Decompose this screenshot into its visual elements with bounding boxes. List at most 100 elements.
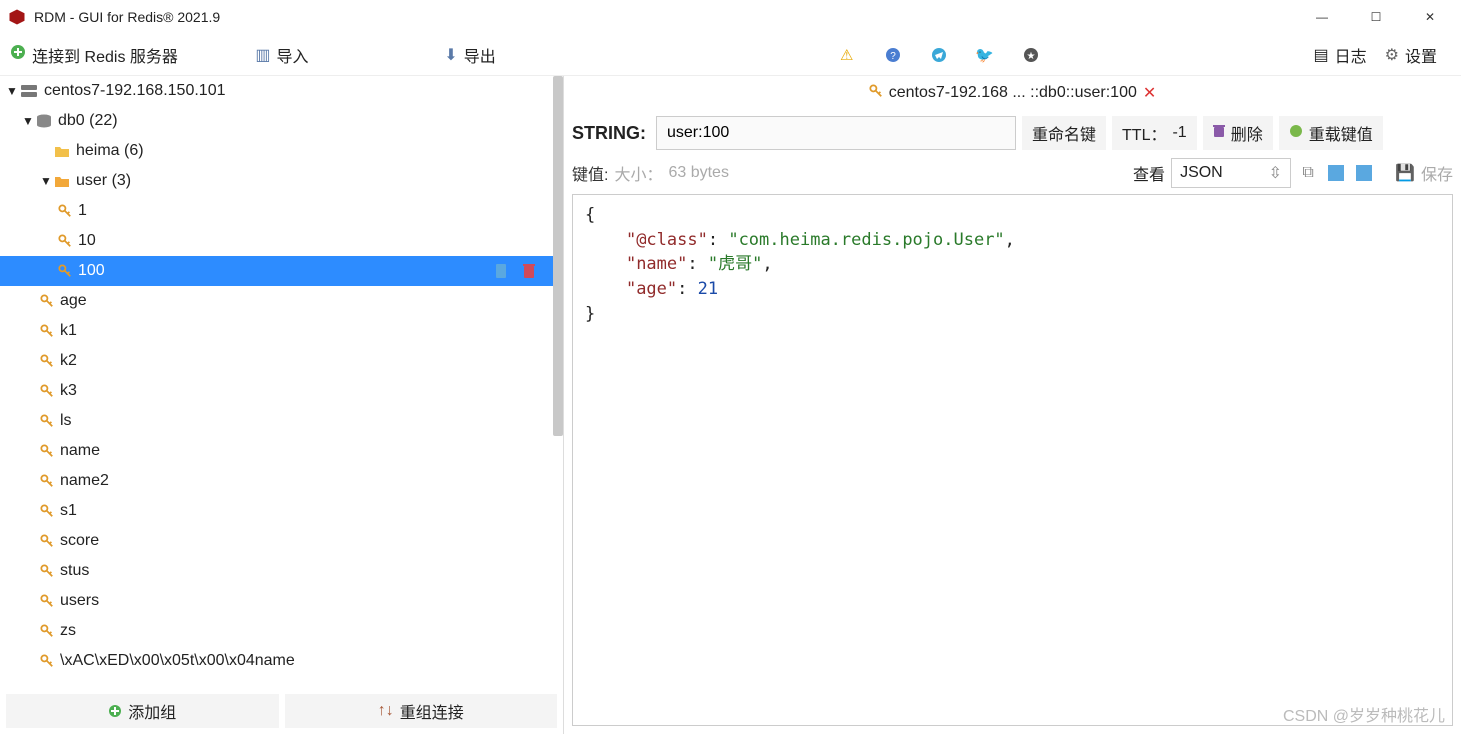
- tree-folder-user[interactable]: ▼ user (3): [0, 166, 563, 196]
- view-format-value: JSON: [1180, 164, 1223, 182]
- reload-button[interactable]: 重载键值: [1279, 116, 1383, 150]
- import-icon: ▥: [255, 45, 270, 65]
- app-icon: [8, 8, 26, 26]
- connect-button[interactable]: 连接到 Redis 服务器: [0, 34, 188, 75]
- tree-key-item[interactable]: zs: [0, 616, 563, 646]
- telegram-icon[interactable]: [930, 46, 948, 64]
- reorganize-label: 重组连接: [400, 699, 464, 723]
- database-icon: [36, 114, 52, 128]
- key-label: k1: [60, 322, 77, 340]
- key-label: \xAC\xED\x00\x05t\x00\x04name: [60, 652, 295, 670]
- key-label: k2: [60, 352, 77, 370]
- window-title: RDM - GUI for Redis® 2021.9: [34, 9, 1299, 25]
- format-icon-1[interactable]: [1325, 162, 1347, 184]
- json-key: "name": [626, 254, 687, 274]
- folder-open-icon: [54, 174, 70, 188]
- watermark: CSDN @岁岁种桃花儿: [1283, 702, 1445, 726]
- key-label: 1: [78, 202, 87, 220]
- key-icon: [40, 324, 54, 338]
- settings-button[interactable]: ⚙ 设置: [1385, 43, 1437, 67]
- updown-icon: ⇳: [1269, 163, 1282, 183]
- format-icon-2[interactable]: [1353, 162, 1375, 184]
- add-group-button[interactable]: 添加组: [6, 694, 279, 728]
- tree-key-1[interactable]: 1: [0, 196, 563, 226]
- save-button[interactable]: 💾 保存: [1395, 161, 1453, 185]
- folder-icon: [54, 144, 70, 158]
- import-button[interactable]: ▥ 导入: [188, 34, 376, 75]
- rename-label: 重命名键: [1032, 121, 1096, 145]
- close-button[interactable]: ✕: [1407, 2, 1453, 32]
- export-label: 导出: [464, 43, 496, 67]
- toolbar: 连接到 Redis 服务器 ▥ 导入 ⬇ 导出 ⚠ ? 🐦 ★ ▤ 日志: [0, 34, 1461, 76]
- key-icon: [40, 354, 54, 368]
- connect-label: 连接到 Redis 服务器: [32, 43, 178, 67]
- tree-key-100[interactable]: 100: [0, 256, 563, 286]
- server-label: centos7-192.168.150.101: [44, 82, 225, 100]
- tree-key-item[interactable]: ls: [0, 406, 563, 436]
- tree-key-item[interactable]: k2: [0, 346, 563, 376]
- delete-button[interactable]: 删除: [1203, 116, 1273, 150]
- delete-key-icon[interactable]: [521, 261, 537, 281]
- key-icon: [40, 564, 54, 578]
- key-tree[interactable]: ▼ centos7-192.168.150.101 ▼ db0 (22) hei…: [0, 76, 563, 688]
- value-editor[interactable]: { "@class": "com.heima.redis.pojo.User",…: [572, 194, 1453, 726]
- view-format-select[interactable]: JSON ⇳: [1171, 158, 1291, 188]
- reload-icon: [1289, 124, 1303, 143]
- json-value: "虎哥": [708, 254, 762, 274]
- view-label: 查看: [1133, 161, 1165, 185]
- tree-key-item[interactable]: name: [0, 436, 563, 466]
- delete-label: 删除: [1231, 121, 1263, 145]
- tree-key-item[interactable]: stus: [0, 556, 563, 586]
- export-button[interactable]: ⬇ 导出: [376, 34, 564, 75]
- key-label: 10: [78, 232, 96, 250]
- add-group-label: 添加组: [128, 699, 176, 723]
- copy-icon[interactable]: ⧉: [1297, 162, 1319, 184]
- tree-key-item[interactable]: s1: [0, 496, 563, 526]
- trash-icon: [1213, 124, 1225, 143]
- tab-bar: centos7-192.168 ... ::db0::user:100 ✕: [564, 76, 1461, 110]
- copy-key-icon[interactable]: [493, 261, 509, 281]
- tree-db-node[interactable]: ▼ db0 (22): [0, 106, 563, 136]
- db-label: db0 (22): [58, 112, 118, 130]
- tree-key-item[interactable]: users: [0, 586, 563, 616]
- tree-key-item[interactable]: k1: [0, 316, 563, 346]
- tree-key-item[interactable]: score: [0, 526, 563, 556]
- reorganize-button[interactable]: ↑↓ 重组连接: [285, 694, 558, 728]
- key-name-input[interactable]: [656, 116, 1016, 150]
- ttl-button[interactable]: TTL： -1: [1112, 116, 1197, 150]
- tree-key-item[interactable]: k3: [0, 376, 563, 406]
- key-label: zs: [60, 622, 76, 640]
- key-label: 100: [78, 262, 105, 280]
- key-icon: [40, 504, 54, 518]
- rename-button[interactable]: 重命名键: [1022, 116, 1106, 150]
- tab-title[interactable]: centos7-192.168 ... ::db0::user:100: [889, 84, 1137, 102]
- key-icon: [58, 264, 72, 278]
- type-label: STRING:: [572, 123, 646, 144]
- caret-down-icon: ▼: [6, 84, 20, 98]
- tree-key-item[interactable]: \xAC\xED\x00\x05t\x00\x04name: [0, 646, 563, 676]
- key-icon: [40, 654, 54, 668]
- json-key: "@class": [626, 230, 708, 250]
- json-value: 21: [698, 279, 718, 299]
- tab-close-icon[interactable]: ✕: [1143, 83, 1156, 103]
- tree-key-item[interactable]: name2: [0, 466, 563, 496]
- tree-key-10[interactable]: 10: [0, 226, 563, 256]
- maximize-button[interactable]: ☐: [1353, 2, 1399, 32]
- minimize-button[interactable]: —: [1299, 2, 1345, 32]
- help-icon[interactable]: ?: [884, 46, 902, 64]
- tree-scrollbar[interactable]: [553, 76, 563, 436]
- svg-text:★: ★: [1026, 51, 1035, 62]
- json-key: "age": [626, 279, 677, 299]
- twitter-icon[interactable]: 🐦: [976, 46, 994, 64]
- sort-icon: ↑↓: [378, 702, 394, 720]
- server-icon: [20, 84, 38, 98]
- size-prefix: 大小：: [614, 161, 662, 185]
- tree-folder-heima[interactable]: heima (6): [0, 136, 563, 166]
- svg-text:?: ?: [890, 51, 896, 62]
- tree-key-item[interactable]: age: [0, 286, 563, 316]
- key-label: age: [60, 292, 87, 310]
- tree-server-node[interactable]: ▼ centos7-192.168.150.101: [0, 76, 563, 106]
- star-icon[interactable]: ★: [1022, 46, 1040, 64]
- warning-icon[interactable]: ⚠: [838, 46, 856, 64]
- log-button[interactable]: ▤ 日志: [1314, 43, 1367, 67]
